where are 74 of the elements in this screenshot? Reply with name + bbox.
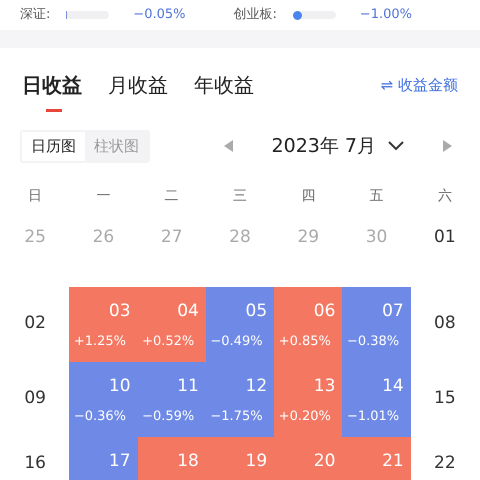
day-number: 21 bbox=[382, 450, 404, 472]
next-month-icon[interactable] bbox=[442, 140, 452, 152]
day-cell[interactable]: 20 bbox=[274, 436, 342, 480]
weekday-label: 一 bbox=[95, 186, 112, 206]
day-number[interactable]: 28 bbox=[229, 224, 251, 250]
index-change: −1.00% bbox=[360, 6, 412, 24]
day-number: 05 bbox=[246, 300, 268, 322]
day-number[interactable]: 22 bbox=[434, 450, 456, 476]
day-change: −0.49% bbox=[210, 333, 263, 351]
index-change: −0.05% bbox=[133, 6, 186, 24]
day-number[interactable]: 15 bbox=[434, 386, 456, 412]
month-label: 2023年 7月 bbox=[272, 134, 376, 159]
weekday-label: 三 bbox=[232, 186, 248, 206]
day-change: +0.52% bbox=[142, 333, 194, 351]
day-cell[interactable]: 06 +0.85% bbox=[274, 286, 342, 362]
day-change: +1.25% bbox=[74, 333, 126, 351]
prev-month-icon[interactable] bbox=[224, 140, 234, 152]
day-cell[interactable]: 18 bbox=[138, 436, 206, 480]
weekday-label: 二 bbox=[164, 186, 180, 206]
day-number[interactable]: 08 bbox=[434, 311, 456, 337]
day-number: 19 bbox=[246, 450, 268, 472]
day-change: −0.38% bbox=[346, 333, 400, 351]
day-number[interactable]: 30 bbox=[366, 224, 388, 250]
day-number[interactable]: 16 bbox=[24, 450, 46, 476]
weekday-label: 日 bbox=[27, 186, 44, 206]
day-change: +0.20% bbox=[278, 408, 331, 426]
view-option[interactable]: 日历图 bbox=[22, 132, 85, 160]
day-number: 04 bbox=[177, 300, 199, 322]
day-change: −1.75% bbox=[210, 408, 263, 426]
day-number: 13 bbox=[314, 374, 336, 398]
day-number: 07 bbox=[382, 300, 404, 322]
day-number: 18 bbox=[177, 450, 199, 472]
index-label: 创业板: bbox=[234, 6, 277, 24]
weekday-label: 六 bbox=[436, 186, 453, 206]
day-number: 11 bbox=[177, 374, 199, 398]
day-cell[interactable]: 19 bbox=[206, 436, 274, 480]
day-number: 12 bbox=[246, 374, 268, 398]
day-cell[interactable]: 07 −0.38% bbox=[342, 286, 411, 362]
index-label: 深证: bbox=[20, 6, 50, 24]
day-change: −0.59% bbox=[142, 408, 194, 426]
day-number[interactable]: 29 bbox=[297, 224, 320, 250]
day-cell[interactable]: 10 −0.36% bbox=[69, 362, 138, 436]
day-cell[interactable]: 14 −1.01% bbox=[342, 362, 411, 436]
weekday-label: 五 bbox=[368, 186, 385, 206]
day-number: 06 bbox=[314, 300, 336, 322]
day-number[interactable]: 25 bbox=[24, 224, 46, 250]
day-number: 20 bbox=[314, 450, 336, 472]
day-cell[interactable]: 11 −0.59% bbox=[138, 362, 206, 436]
day-number: 17 bbox=[108, 450, 131, 472]
day-cell[interactable]: 12 −1.75% bbox=[206, 362, 274, 436]
day-number[interactable]: 01 bbox=[434, 224, 456, 250]
day-cell[interactable]: 13 +0.20% bbox=[274, 362, 342, 436]
tab[interactable]: 月收益 bbox=[108, 70, 168, 112]
view-option[interactable]: 柱状图 bbox=[85, 132, 148, 160]
day-cell[interactable]: 03 +1.25% bbox=[69, 286, 138, 362]
day-number: 03 bbox=[108, 300, 131, 322]
day-number: 10 bbox=[108, 374, 131, 398]
weekday-label: 四 bbox=[300, 186, 316, 206]
tab[interactable]: 年收益 bbox=[194, 70, 254, 112]
day-number[interactable]: 09 bbox=[24, 386, 46, 412]
chevron-down-icon[interactable] bbox=[388, 141, 404, 152]
day-change: −1.01% bbox=[346, 408, 400, 426]
day-cell[interactable]: 04 +0.52% bbox=[138, 286, 206, 362]
day-number[interactable]: 27 bbox=[160, 224, 183, 250]
toggle-link[interactable]: ⇌ 收益金额 bbox=[380, 74, 458, 96]
day-cell[interactable]: 21 bbox=[342, 436, 411, 480]
tab[interactable]: 日收益 bbox=[22, 70, 82, 112]
day-change: −0.36% bbox=[74, 408, 126, 426]
day-cell[interactable]: 17 bbox=[69, 436, 138, 480]
day-number[interactable]: 26 bbox=[92, 224, 114, 250]
day-cell[interactable]: 05 −0.49% bbox=[206, 286, 274, 362]
day-change: +0.85% bbox=[278, 333, 331, 351]
day-number: 14 bbox=[382, 374, 404, 398]
day-number[interactable]: 02 bbox=[24, 311, 46, 337]
